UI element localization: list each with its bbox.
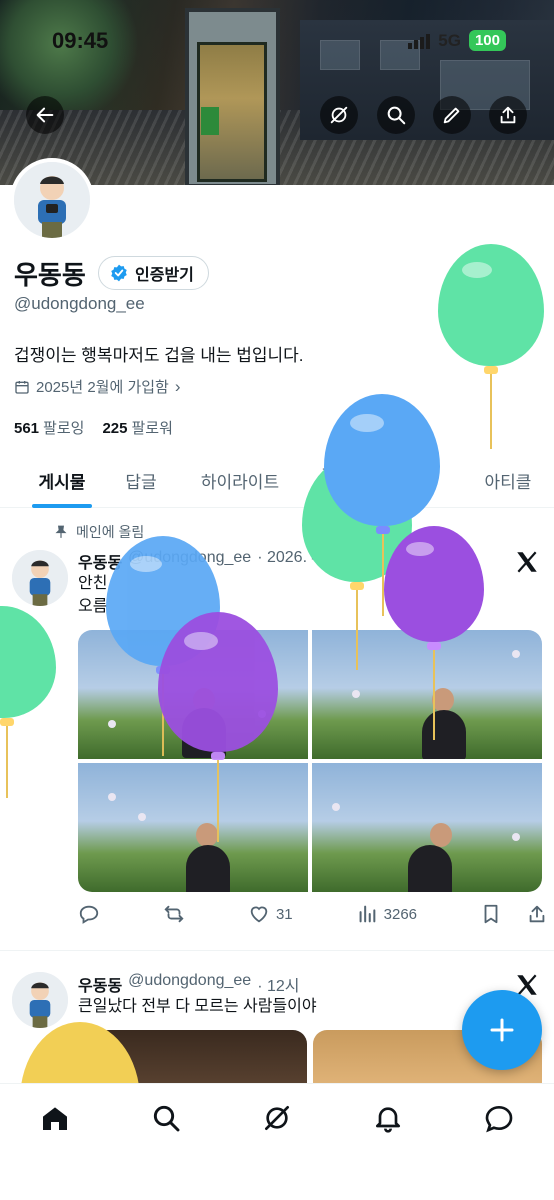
get-verified-button[interactable]: 인증받기 [98,256,209,290]
post-author-name[interactable]: 우동동 [78,972,122,996]
share-button[interactable] [489,96,527,134]
edit-button[interactable] [433,96,471,134]
views-button[interactable]: 3266 [356,903,417,925]
pin-icon [55,525,67,538]
status-indicators: 5G 100 [408,30,506,51]
search-icon [387,106,406,125]
like-button[interactable]: 31 [248,903,293,925]
plus-icon [490,1018,514,1042]
balloon-green-left [0,606,58,798]
status-time: 09:45 [52,28,109,53]
tab-highlights[interactable]: 하이라이트 [158,452,322,508]
bottom-navigation [0,1083,554,1200]
post-author-name[interactable]: 우동동 [78,549,122,573]
followers-label: 팔로워 [131,420,173,437]
post-photo[interactable] [78,630,308,759]
post-text-line1: 안친 [78,575,108,592]
views-icon [359,905,375,923]
balloon-blue-top [324,394,442,622]
network-type: 5G [438,30,461,50]
post-header: 우동동 @udongdong_ee · 2026. 4. 16. [78,549,352,573]
post-actions: 31 3266 [78,900,548,928]
share-icon[interactable] [526,903,548,925]
joined-label: 2025년 2월에 가입함 [36,379,169,396]
pencil-icon [443,107,460,124]
followers-count: 225 [102,420,128,437]
post-media-grid[interactable] [78,630,542,892]
grok-icon [330,106,348,124]
post-avatar[interactable] [12,972,68,1028]
post-photo[interactable] [312,630,542,759]
verified-badge-icon [111,264,127,282]
joined-date[interactable]: 2025년 2월에 가입함 › [14,376,181,397]
compose-button[interactable] [462,990,542,1070]
heart-icon [250,906,268,923]
post-avatar[interactable] [12,550,68,606]
profile-bio: 겁쟁이는 행복마저도 겁을 내는 법입니다. [14,346,304,365]
like-count: 31 [275,905,293,923]
post-header: 우동동 @udongdong_ee · 12시 [78,972,300,996]
nav-notifications[interactable] [332,1084,443,1152]
post-date: · 12시 [257,978,300,995]
tab-posts[interactable]: 게시물 [0,452,124,508]
profile-avatar[interactable] [10,158,94,242]
tab-photos[interactable]: 사진 [368,452,462,508]
nav-home[interactable] [0,1084,111,1152]
grok-button[interactable] [320,96,358,134]
x-logo-icon[interactable] [514,549,540,575]
banner-phone-booth [185,8,280,185]
tab-videos[interactable]: 동영상 [322,452,368,508]
balloon-green-right [438,244,546,449]
chevron-right-icon: › [174,376,181,396]
follow-stats: 561 팔로잉 225 팔로워 [14,417,173,438]
signal-icon [408,33,431,49]
post-photo[interactable] [312,763,542,892]
calendar-icon [15,380,29,394]
back-button[interactable] [26,96,64,134]
post-divider [0,950,554,951]
display-name: 우동동 [14,260,86,290]
followers-link[interactable]: 225 팔로워 [102,417,172,438]
nav-messages[interactable] [443,1084,554,1152]
reply-button[interactable] [78,903,100,925]
tab-replies[interactable]: 답글 [124,452,158,508]
post-author-handle: @udongdong_ee [128,972,252,989]
search-icon [154,1105,180,1132]
verify-label: 인증받기 [135,267,194,284]
grok-icon [264,1106,289,1130]
pinned-indicator: 메인에 올림 [54,522,144,542]
views-count: 3266 [383,905,418,923]
banner-tree [0,0,150,110]
post-text-line2: 오름 [78,598,108,615]
following-link[interactable]: 561 팔로잉 [14,417,84,438]
post-author-handle: @udongdong_ee [128,549,252,566]
bookmark-icon[interactable] [480,903,502,925]
repost-button[interactable] [163,903,185,925]
following-label: 팔로잉 [43,420,85,437]
arrow-left-icon [36,107,54,123]
tab-articles[interactable]: 아티클 [462,452,554,508]
pinned-label: 메인에 올림 [76,524,145,540]
post-text-line1: 큰일났다 전부 다 모르는 사람들이야 [78,998,317,1015]
search-button[interactable] [377,96,415,134]
post-date: · 2026. 4. 16. [257,549,352,566]
reply-icon [79,905,99,924]
repost-icon [164,905,184,923]
message-icon [485,1105,512,1133]
nav-grok[interactable] [222,1084,333,1152]
following-count: 561 [14,420,40,437]
profile-tabs: 게시물 답글 하이라이트 동영상 사진 아티클 [0,452,554,508]
post-photo[interactable] [78,763,308,892]
share-icon [500,106,516,124]
nav-search[interactable] [111,1084,222,1152]
battery-indicator: 100 [468,30,506,51]
bell-icon [375,1107,400,1133]
user-handle: @udongdong_ee [14,294,145,313]
home-icon [43,1107,68,1130]
